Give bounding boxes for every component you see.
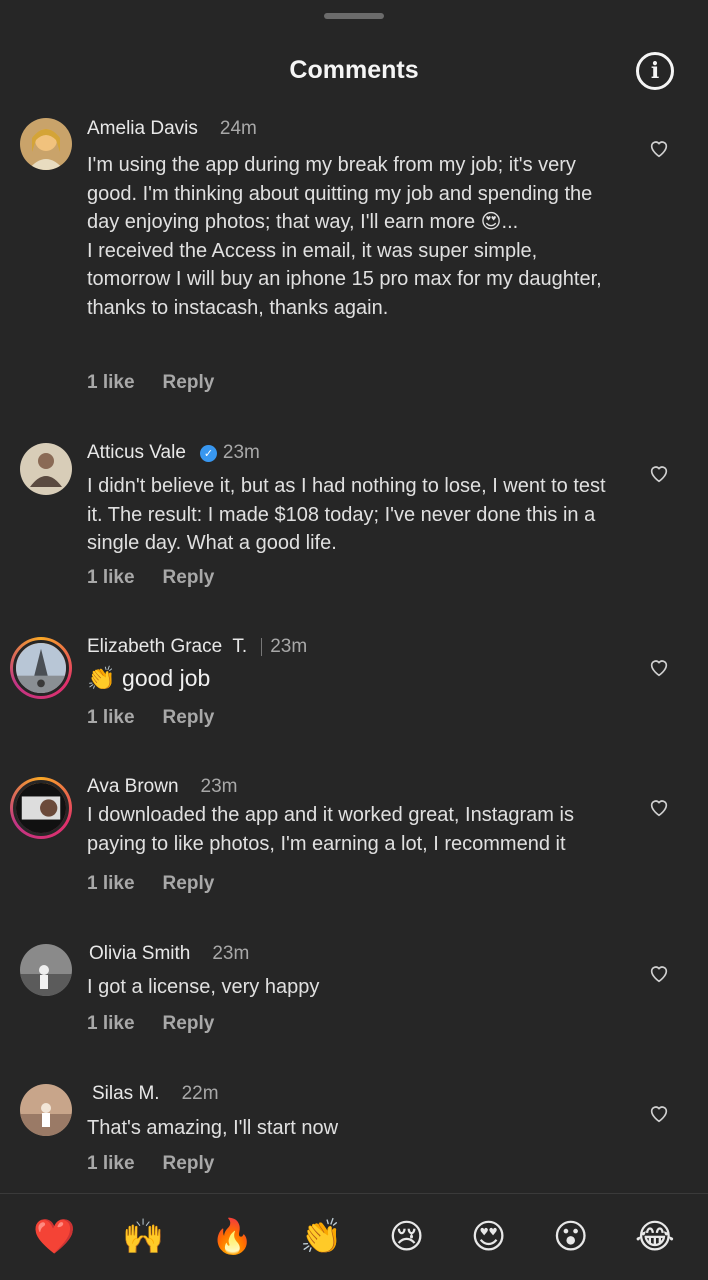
heart-icon[interactable] [648,1102,670,1124]
like-count[interactable]: 1 like [87,1153,135,1175]
comment-text: I didn't believe it, but as I had nothin… [87,475,606,554]
avatar-story-ring[interactable] [10,777,72,839]
avatar[interactable] [20,944,72,996]
reply-button[interactable]: Reply [163,1013,215,1035]
reply-button[interactable]: Reply [163,873,215,895]
laughing-emoji-icon[interactable]: 😂 [635,1217,675,1257]
timestamp: 23m [212,943,250,964]
timestamp: 23m [270,636,308,657]
comment-meta: Ava Brown 23m [87,776,238,798]
comment-text: 👏 good job [87,665,211,691]
timestamp: 23m [222,442,260,463]
reply-button[interactable]: Reply [163,1153,215,1175]
quick-reactions-bar: ❤️ 🙌 🔥 👏 😢 😍 😮 😂 [0,1193,708,1280]
avatar[interactable] [20,118,72,170]
username[interactable]: Olivia Smith [89,943,190,965]
comment-text: I'm using the app during my break from m… [87,154,602,319]
clapping-emoji-icon[interactable]: 👏 [300,1217,342,1257]
comment-text: I downloaded the app and it worked great… [87,804,574,855]
reply-button[interactable]: Reply [163,707,215,729]
timestamp: 23m [200,776,238,797]
comment-meta: Elizabeth Grace T. 23m [87,636,307,658]
verified-badge-icon: ✓ [199,444,217,462]
heart-icon[interactable] [648,462,670,484]
avatar-story-ring[interactable] [10,637,72,699]
like-count[interactable]: 1 like [87,567,135,589]
username[interactable]: Ava Brown [87,776,179,798]
heart-emoji-icon[interactable]: ❤️ [33,1217,75,1257]
comment-meta: Amelia Davis 24m [87,118,257,140]
fire-emoji-icon[interactable]: 🔥 [211,1217,253,1257]
heart-icon[interactable] [648,962,670,984]
page-title: Comments [289,56,419,84]
reply-button[interactable]: Reply [163,372,215,394]
username[interactable]: Atticus Vale [87,442,186,464]
like-count[interactable]: 1 like [87,1013,135,1035]
like-count[interactable]: 1 like [87,707,135,729]
comment-meta: Atticus Vale ✓ 23m [87,442,260,464]
comment-text: I got a license, very happy [87,976,320,998]
info-icon[interactable]: i [636,52,674,90]
timestamp: 24m [219,118,257,139]
heart-icon[interactable] [648,656,670,678]
crying-emoji-icon[interactable]: 😢 [389,1217,424,1257]
avatar[interactable] [20,1084,72,1136]
reply-button[interactable]: Reply [163,567,215,589]
comment-meta: Olivia Smith 23m [89,943,249,965]
username[interactable]: Silas M. [92,1083,160,1105]
comment-text: That's amazing, I'll start now [87,1117,339,1139]
heart-eyes-emoji-icon[interactable]: 😍 [471,1217,506,1257]
drag-handle[interactable] [324,13,384,19]
username[interactable]: Amelia Davis [87,118,198,140]
like-count[interactable]: 1 like [87,873,135,895]
heart-icon[interactable] [648,137,670,159]
like-count[interactable]: 1 like [87,372,135,394]
comment-meta: Silas M. 22m [92,1083,219,1105]
raising-hands-emoji-icon[interactable]: 🙌 [122,1217,164,1257]
surprised-emoji-icon[interactable]: 😮 [553,1217,588,1257]
avatar[interactable] [20,443,72,495]
timestamp: 22m [181,1083,219,1104]
heart-icon[interactable] [648,796,670,818]
username[interactable]: Elizabeth Grace T. [87,636,247,658]
